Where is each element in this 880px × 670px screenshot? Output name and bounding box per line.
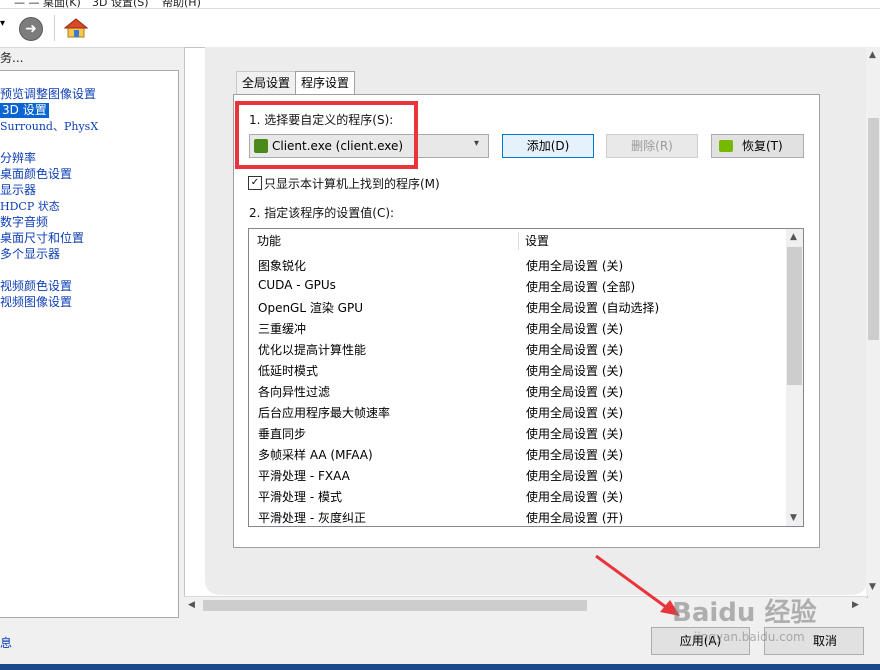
tree-item-display[interactable]: 显示器 (0, 183, 36, 198)
back-dropdown-icon[interactable]: ▾ (0, 18, 5, 29)
column-divider (518, 232, 519, 250)
tree-item-video-color[interactable]: 视频颜色设置 (0, 279, 72, 294)
menu-item-help[interactable]: 帮助(H) (162, 0, 201, 8)
tree-item-surround-physx[interactable]: Surround、PhysX (0, 119, 98, 134)
add-program-button[interactable]: 添加(D) (502, 134, 594, 158)
tree-item-hdcp[interactable]: HDCP 状态 (0, 199, 60, 214)
table-row[interactable]: 各向异性过滤 使用全局设置 (关) (258, 380, 786, 401)
toolbar-separator (54, 15, 55, 41)
scroll-down-icon[interactable]: ▼ (869, 582, 876, 592)
task-header: 务... (0, 51, 24, 65)
settings-list-scroll-thumb[interactable] (787, 247, 802, 385)
column-header-setting[interactable]: 设置 (525, 229, 549, 253)
toolbar (0, 9, 880, 48)
table-row[interactable]: 平滑处理 - 模式 使用全局设置 (关) (258, 485, 786, 506)
table-row[interactable]: 低延时模式 使用全局设置 (关) (258, 359, 786, 380)
column-header-feature[interactable]: 功能 (257, 229, 281, 253)
system-info-link[interactable]: 息 (0, 634, 12, 651)
table-row[interactable]: 图象锐化 使用全局设置 (关) (258, 254, 786, 275)
list-scroll-down-icon[interactable]: ▼ (790, 513, 797, 523)
table-row[interactable]: OpenGL 渲染 GPU 使用全局设置 (自动选择) (258, 296, 786, 317)
scroll-left-icon[interactable]: ◀ (188, 600, 195, 610)
table-row[interactable]: 平滑处理 - FXAA 使用全局设置 (关) (258, 464, 786, 485)
menu-item-3d-settings[interactable]: 3D 设置(S) (92, 0, 149, 8)
home-icon[interactable] (63, 17, 89, 39)
nvidia-icon (719, 140, 733, 152)
taskbar (0, 664, 880, 670)
scroll-up-icon[interactable]: ▲ (869, 50, 876, 60)
tree-item-resolution[interactable]: 分辨率 (0, 151, 36, 166)
table-row[interactable]: 平滑处理 - 灰度纠正 使用全局设置 (开) (258, 506, 786, 526)
highlight-box (235, 101, 418, 169)
tree-item-desktop-color[interactable]: 桌面颜色设置 (0, 167, 72, 182)
list-scroll-up-icon[interactable]: ▲ (790, 232, 797, 242)
tree-item-multi-display[interactable]: 多个显示器 (0, 247, 60, 262)
tree-item-digital-audio[interactable]: 数字音频 (0, 215, 48, 230)
menu-bar: — — 桌面(K) 3D 设置(S) 帮助(H) (0, 0, 880, 9)
table-row[interactable]: CUDA - GPUs 使用全局设置 (全部) (258, 275, 786, 296)
tree-item-video-image[interactable]: 视频图像设置 (0, 295, 72, 310)
settings-list: 功能 设置 图象锐化 使用全局设置 (关) CUDA - GPUs 使用全局设置 (… (248, 228, 804, 527)
tree-item-preview-image[interactable]: 预览调整图像设置 (0, 87, 96, 102)
restore-program-button[interactable]: 恢复(T) (711, 134, 804, 158)
vertical-scroll-thumb[interactable] (868, 118, 879, 340)
forward-button[interactable]: ➜ (19, 17, 43, 41)
watermark-url: jingyan.baidu.com (694, 630, 805, 644)
table-row[interactable]: 多帧采样 AA (MFAA) 使用全局设置 (关) (258, 443, 786, 464)
program-settings-label: 2. 指定该程序的设置值(C): (249, 206, 395, 220)
task-tree-panel: 预览调整图像设置 3D 设置 Surround、PhysX 分辨率 桌面颜色设置… (0, 70, 179, 618)
table-row[interactable]: 三重缓冲 使用全局设置 (关) (258, 317, 786, 338)
table-row[interactable]: 垂直同步 使用全局设置 (关) (258, 422, 786, 443)
tab-global-settings[interactable]: 全局设置 (236, 71, 297, 95)
chevron-down-icon[interactable]: ▾ (474, 138, 479, 149)
watermark-brand: Baidu 经验 (672, 598, 817, 628)
tree-item-desktop-size[interactable]: 桌面尺寸和位置 (0, 231, 84, 246)
table-row[interactable]: 优化以提高计算性能 使用全局设置 (关) (258, 338, 786, 359)
table-row[interactable]: 后台应用程序最大帧速率 使用全局设置 (关) (258, 401, 786, 422)
tab-program-settings[interactable]: 程序设置 (295, 71, 356, 96)
menu-item-desktop[interactable]: — — 桌面(K) (14, 0, 81, 8)
tree-item-3d-settings[interactable]: 3D 设置 (0, 103, 49, 118)
horizontal-scroll-thumb[interactable] (203, 600, 587, 611)
restore-button-label: 恢复(T) (742, 139, 783, 153)
show-found-programs-checkbox[interactable]: ✓ (248, 176, 262, 190)
remove-program-button[interactable]: 删除(R) (606, 134, 698, 158)
show-found-programs-label: 只显示本计算机上找到的程序(M) (264, 177, 440, 191)
scroll-right-icon[interactable]: ▶ (852, 600, 859, 610)
